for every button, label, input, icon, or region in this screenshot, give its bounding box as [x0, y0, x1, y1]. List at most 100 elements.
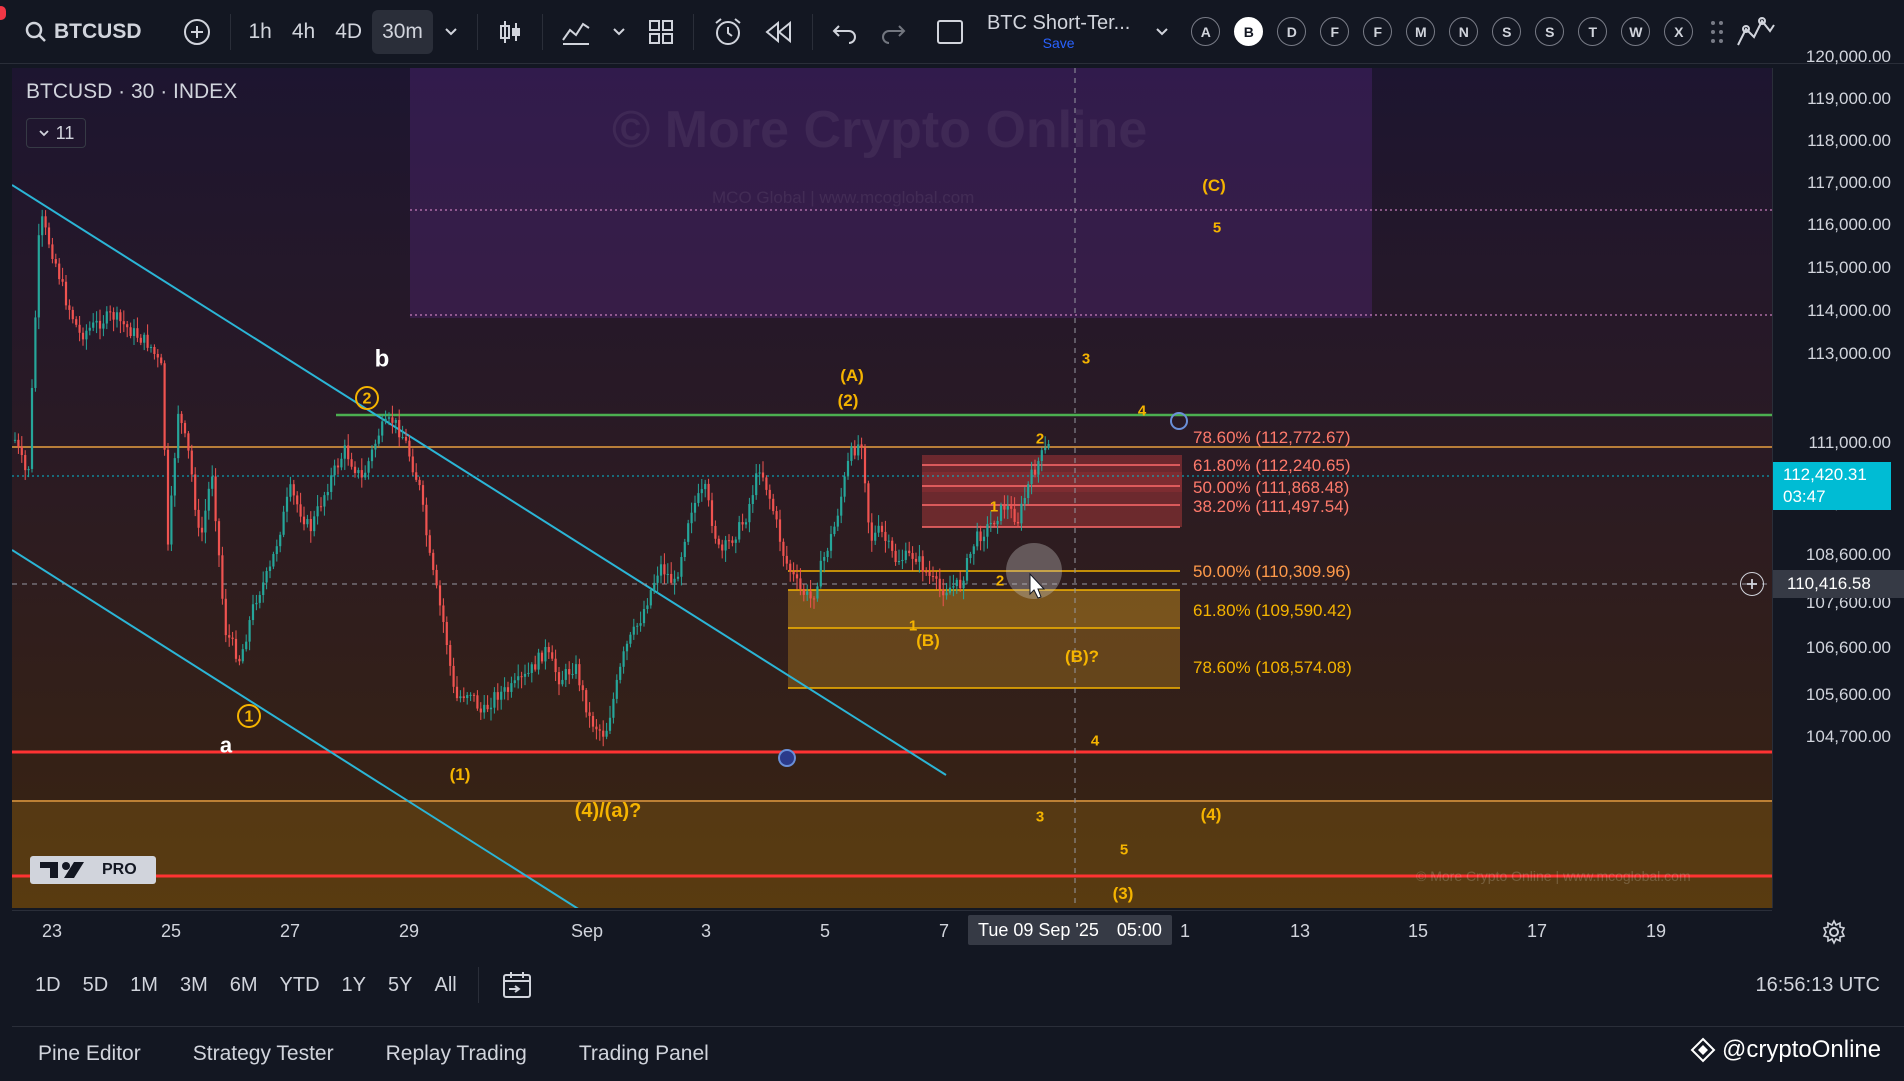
candle-body	[292, 484, 295, 496]
candle-body	[612, 698, 615, 718]
candle-body	[449, 645, 452, 666]
tradingview-logo-icon	[40, 862, 84, 878]
alert-circle-a-0[interactable]: A	[1191, 17, 1221, 46]
layouts-button[interactable]	[637, 10, 685, 54]
candle-body	[177, 413, 180, 459]
indicators-dropdown[interactable]	[601, 10, 637, 54]
range-ytd[interactable]: YTD	[269, 974, 331, 997]
layout-dropdown[interactable]	[1144, 10, 1180, 54]
fullscreen-button[interactable]	[925, 10, 975, 54]
candle-body	[952, 586, 955, 588]
compare-symbol-button[interactable]	[172, 10, 222, 54]
strategy-icon-button[interactable]	[1736, 10, 1776, 54]
indicators-button[interactable]	[551, 10, 601, 54]
candle-body	[462, 696, 465, 699]
candle-body	[826, 550, 829, 557]
price-tick: 118,000.00	[1807, 131, 1891, 150]
price-scale[interactable]: 120,000.00 119,000.00 118,000.00 117,000.00…	[1772, 47, 1904, 908]
tab-trading-panel[interactable]: Trading Panel	[553, 1042, 735, 1066]
range-6m[interactable]: 6M	[219, 974, 269, 997]
candle-body	[639, 623, 642, 626]
range-all[interactable]: All	[423, 974, 467, 997]
candle-body	[401, 436, 404, 438]
candle-body	[364, 472, 367, 478]
candle-body	[452, 665, 455, 687]
interval-4d[interactable]: 4D	[325, 10, 372, 54]
candle-body	[30, 387, 34, 469]
range-buttons: 1D 5D 1M 3M 6M YTD 1Y 5Y All	[24, 974, 468, 997]
alert-circle-f-3[interactable]: F	[1320, 17, 1350, 46]
candle-body	[241, 649, 244, 662]
candle-body	[568, 669, 571, 675]
alert-circle-n-6[interactable]: N	[1449, 17, 1479, 46]
candle-body	[1037, 461, 1040, 475]
tab-replay-trading[interactable]: Replay Trading	[360, 1042, 553, 1066]
candle-body	[591, 715, 595, 727]
range-1d[interactable]: 1D	[24, 974, 72, 997]
alert-circle-t-9[interactable]: T	[1578, 17, 1608, 46]
pro-badge-label: PRO	[102, 861, 137, 878]
layout-name-block[interactable]: BTC Short-Ter... Save	[987, 13, 1130, 50]
price-tick: 106,600.00	[1805, 638, 1891, 657]
alert-circle-s-8[interactable]: S	[1535, 17, 1565, 46]
chart-type-button[interactable]	[486, 10, 534, 54]
candle-body	[758, 472, 761, 474]
goto-date-button[interactable]	[501, 970, 533, 1000]
alert-circle-m-5[interactable]: M	[1406, 17, 1436, 46]
alert-circle-d-2[interactable]: D	[1277, 17, 1307, 46]
interval-4h-label: 4h	[291, 19, 316, 43]
candle-body	[27, 468, 30, 471]
candle-body	[969, 553, 972, 558]
alert-circle-x-11[interactable]: X	[1664, 17, 1694, 46]
undo-button[interactable]	[821, 10, 869, 54]
candle-body	[806, 591, 809, 595]
symbol-search[interactable]: BTCUSD	[14, 10, 152, 54]
candle-body	[231, 637, 234, 639]
alert-circle-w-10[interactable]: W	[1621, 17, 1651, 46]
alert-circle-b-1[interactable]: B	[1234, 17, 1264, 46]
interval-30m[interactable]: 30m	[372, 9, 433, 54]
range-3m[interactable]: 3M	[169, 974, 219, 997]
candle-body	[343, 445, 346, 459]
tab-pine-editor[interactable]: Pine Editor	[12, 1042, 167, 1066]
time-tick: 23	[41, 921, 63, 941]
candle-body	[81, 332, 85, 340]
redo-button[interactable]	[869, 10, 917, 54]
interval-dropdown[interactable]	[433, 10, 469, 54]
replay-button[interactable]	[754, 10, 804, 54]
candle-body	[166, 449, 170, 545]
range-1m[interactable]: 1M	[119, 974, 169, 997]
alert-circle-f-4[interactable]: F	[1363, 17, 1393, 46]
interval-1h[interactable]: 1h	[239, 10, 282, 54]
candle-body	[289, 484, 292, 497]
candle-body	[649, 590, 652, 606]
price-tick: 113,000.00	[1807, 344, 1891, 363]
candle-body	[527, 672, 530, 674]
wave-chart-icon	[1737, 16, 1776, 45]
range-1y[interactable]: 1Y	[331, 974, 377, 997]
time-scale-settings[interactable]	[1818, 918, 1850, 946]
candle-body	[173, 458, 176, 496]
tab-strategy-tester[interactable]: Strategy Tester	[167, 1042, 360, 1066]
candle-body	[595, 726, 598, 730]
drag-handle[interactable]	[1710, 10, 1724, 54]
alert-circle-s-7[interactable]: S	[1492, 17, 1522, 46]
candle-body	[493, 692, 496, 708]
utc-clock[interactable]: 16:56:13 UTC	[1755, 974, 1880, 997]
time-scale[interactable]: 23 25 27 29 Sep 3 5 7 1 13 15 17 19 Tue 09 Sep '25 05:…	[12, 910, 1772, 953]
candle-body	[670, 573, 673, 583]
interval-4h[interactable]: 4h	[282, 10, 325, 54]
chart-pane[interactable]: 78.60% (112,772.67) 61.80% (112,240.65) 50…	[12, 68, 1772, 908]
candle-body	[948, 587, 952, 593]
candle-body	[918, 556, 921, 562]
candle-body	[571, 673, 574, 675]
range-bar: 1D 5D 1M 3M 6M YTD 1Y 5Y All 16:56:13 UTC	[0, 960, 1904, 1010]
candle-body	[445, 621, 448, 646]
range-5d[interactable]: 5D	[72, 974, 120, 997]
indicator-toggle[interactable]: 11	[26, 118, 86, 148]
alert-button[interactable]	[702, 10, 754, 54]
candle-body	[819, 560, 822, 587]
crosshair-add-button[interactable]	[1740, 572, 1764, 596]
chevron-down-icon	[1156, 27, 1169, 35]
range-5y[interactable]: 5Y	[377, 974, 423, 997]
